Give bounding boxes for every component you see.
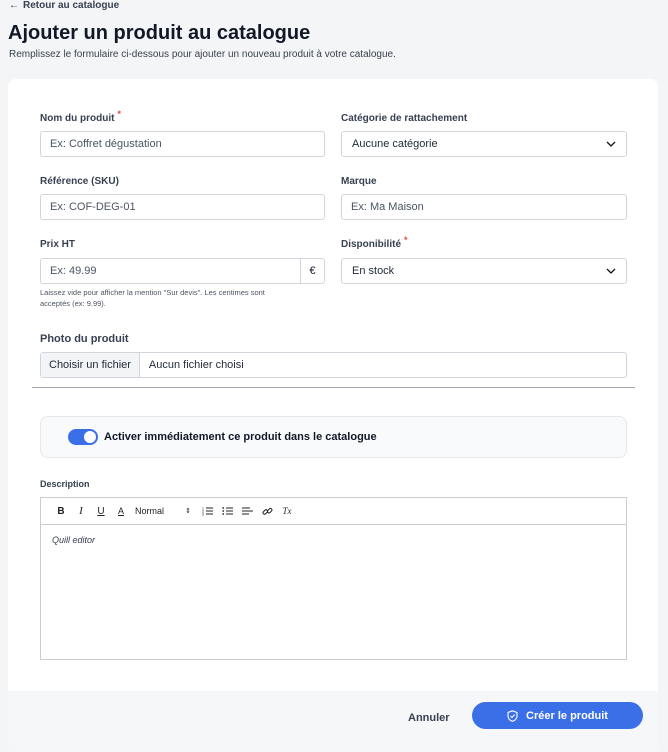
editor-content: Quill editor [52, 535, 96, 545]
price-input[interactable] [40, 258, 301, 284]
page-title: Ajouter un produit au catalogue [8, 22, 311, 44]
sku-input[interactable] [40, 194, 325, 220]
category-select[interactable]: Aucune catégorie [341, 131, 627, 157]
arrow-left-icon: ← [9, 0, 19, 11]
availability-label: Disponibilité * [341, 235, 408, 250]
clean-format-button[interactable]: Tx [277, 501, 297, 521]
category-select-value: Aucune catégorie [352, 138, 438, 150]
activate-panel: Activer immédiatement ce produit dans le… [40, 416, 627, 458]
name-label: Nom du produit * [40, 109, 121, 124]
activate-label: Activer immédiatement ce produit dans le… [104, 431, 377, 443]
page-subtitle: Remplissez le formulaire ci-dessous pour… [9, 49, 396, 60]
ordered-list-button[interactable]: 123 [197, 501, 217, 521]
clear-format-icon: Tx [282, 506, 292, 516]
form-footer: Annuler Créer le produit [8, 691, 658, 752]
availability-select[interactable]: En stock [341, 258, 627, 284]
product-name-input[interactable] [40, 131, 325, 157]
create-product-button[interactable]: Créer le produit [472, 702, 643, 729]
bullet-list-button[interactable] [217, 501, 237, 521]
back-link[interactable]: ← Retour au catalogue [9, 0, 119, 11]
cancel-button[interactable]: Annuler [408, 708, 450, 728]
back-link-label: Retour au catalogue [23, 0, 120, 11]
price-hint: Laissez vide pour afficher la mention "S… [40, 288, 265, 308]
bold-button[interactable]: B [51, 501, 71, 521]
chevron-down-icon [606, 141, 616, 147]
font-size-value: Normal [135, 506, 165, 516]
description-editor[interactable]: Quill editor [40, 525, 627, 660]
availability-select-value: En stock [352, 265, 395, 277]
font-size-select[interactable]: Normal ⇕ [131, 501, 195, 521]
underline-button[interactable]: U [91, 501, 111, 521]
product-form-card: Nom du produit* Catégorie de rattachemen… [8, 79, 658, 752]
editor-toolbar: B I U A Normal ⇕ 123 Tx [40, 497, 627, 525]
brand-input[interactable] [341, 194, 627, 220]
photo-file-input[interactable]: Choisir un fichier Aucun fichier choisi [40, 352, 627, 378]
create-product-label: Créer le produit [526, 709, 608, 722]
photo-label: Photo du produit [40, 333, 129, 345]
italic-button[interactable]: I [71, 501, 91, 521]
svg-text:3: 3 [202, 513, 204, 517]
link-button[interactable] [257, 501, 277, 521]
price-label: Prix HT [40, 239, 76, 250]
text-color-button[interactable]: A [111, 501, 131, 521]
file-status: Aucun fichier choisi [148, 359, 244, 371]
sku-label: Référence (SKU) [40, 176, 119, 187]
description-label: Description [40, 479, 90, 489]
brand-label: Marque [341, 176, 377, 187]
align-left-icon [241, 507, 253, 515]
link-icon [262, 507, 272, 515]
align-button[interactable] [237, 501, 257, 521]
activate-toggle[interactable] [68, 429, 98, 445]
updown-icon: ⇕ [185, 508, 191, 515]
ordered-list-icon: 123 [202, 507, 213, 517]
shield-check-icon [507, 709, 518, 722]
chevron-down-icon [606, 268, 616, 274]
category-label: Catégorie de rattachement [341, 113, 468, 124]
section-divider [32, 387, 635, 388]
bullet-list-icon [221, 507, 233, 515]
choose-file-button[interactable]: Choisir un fichier [41, 353, 140, 377]
currency-addon: € [301, 258, 325, 284]
